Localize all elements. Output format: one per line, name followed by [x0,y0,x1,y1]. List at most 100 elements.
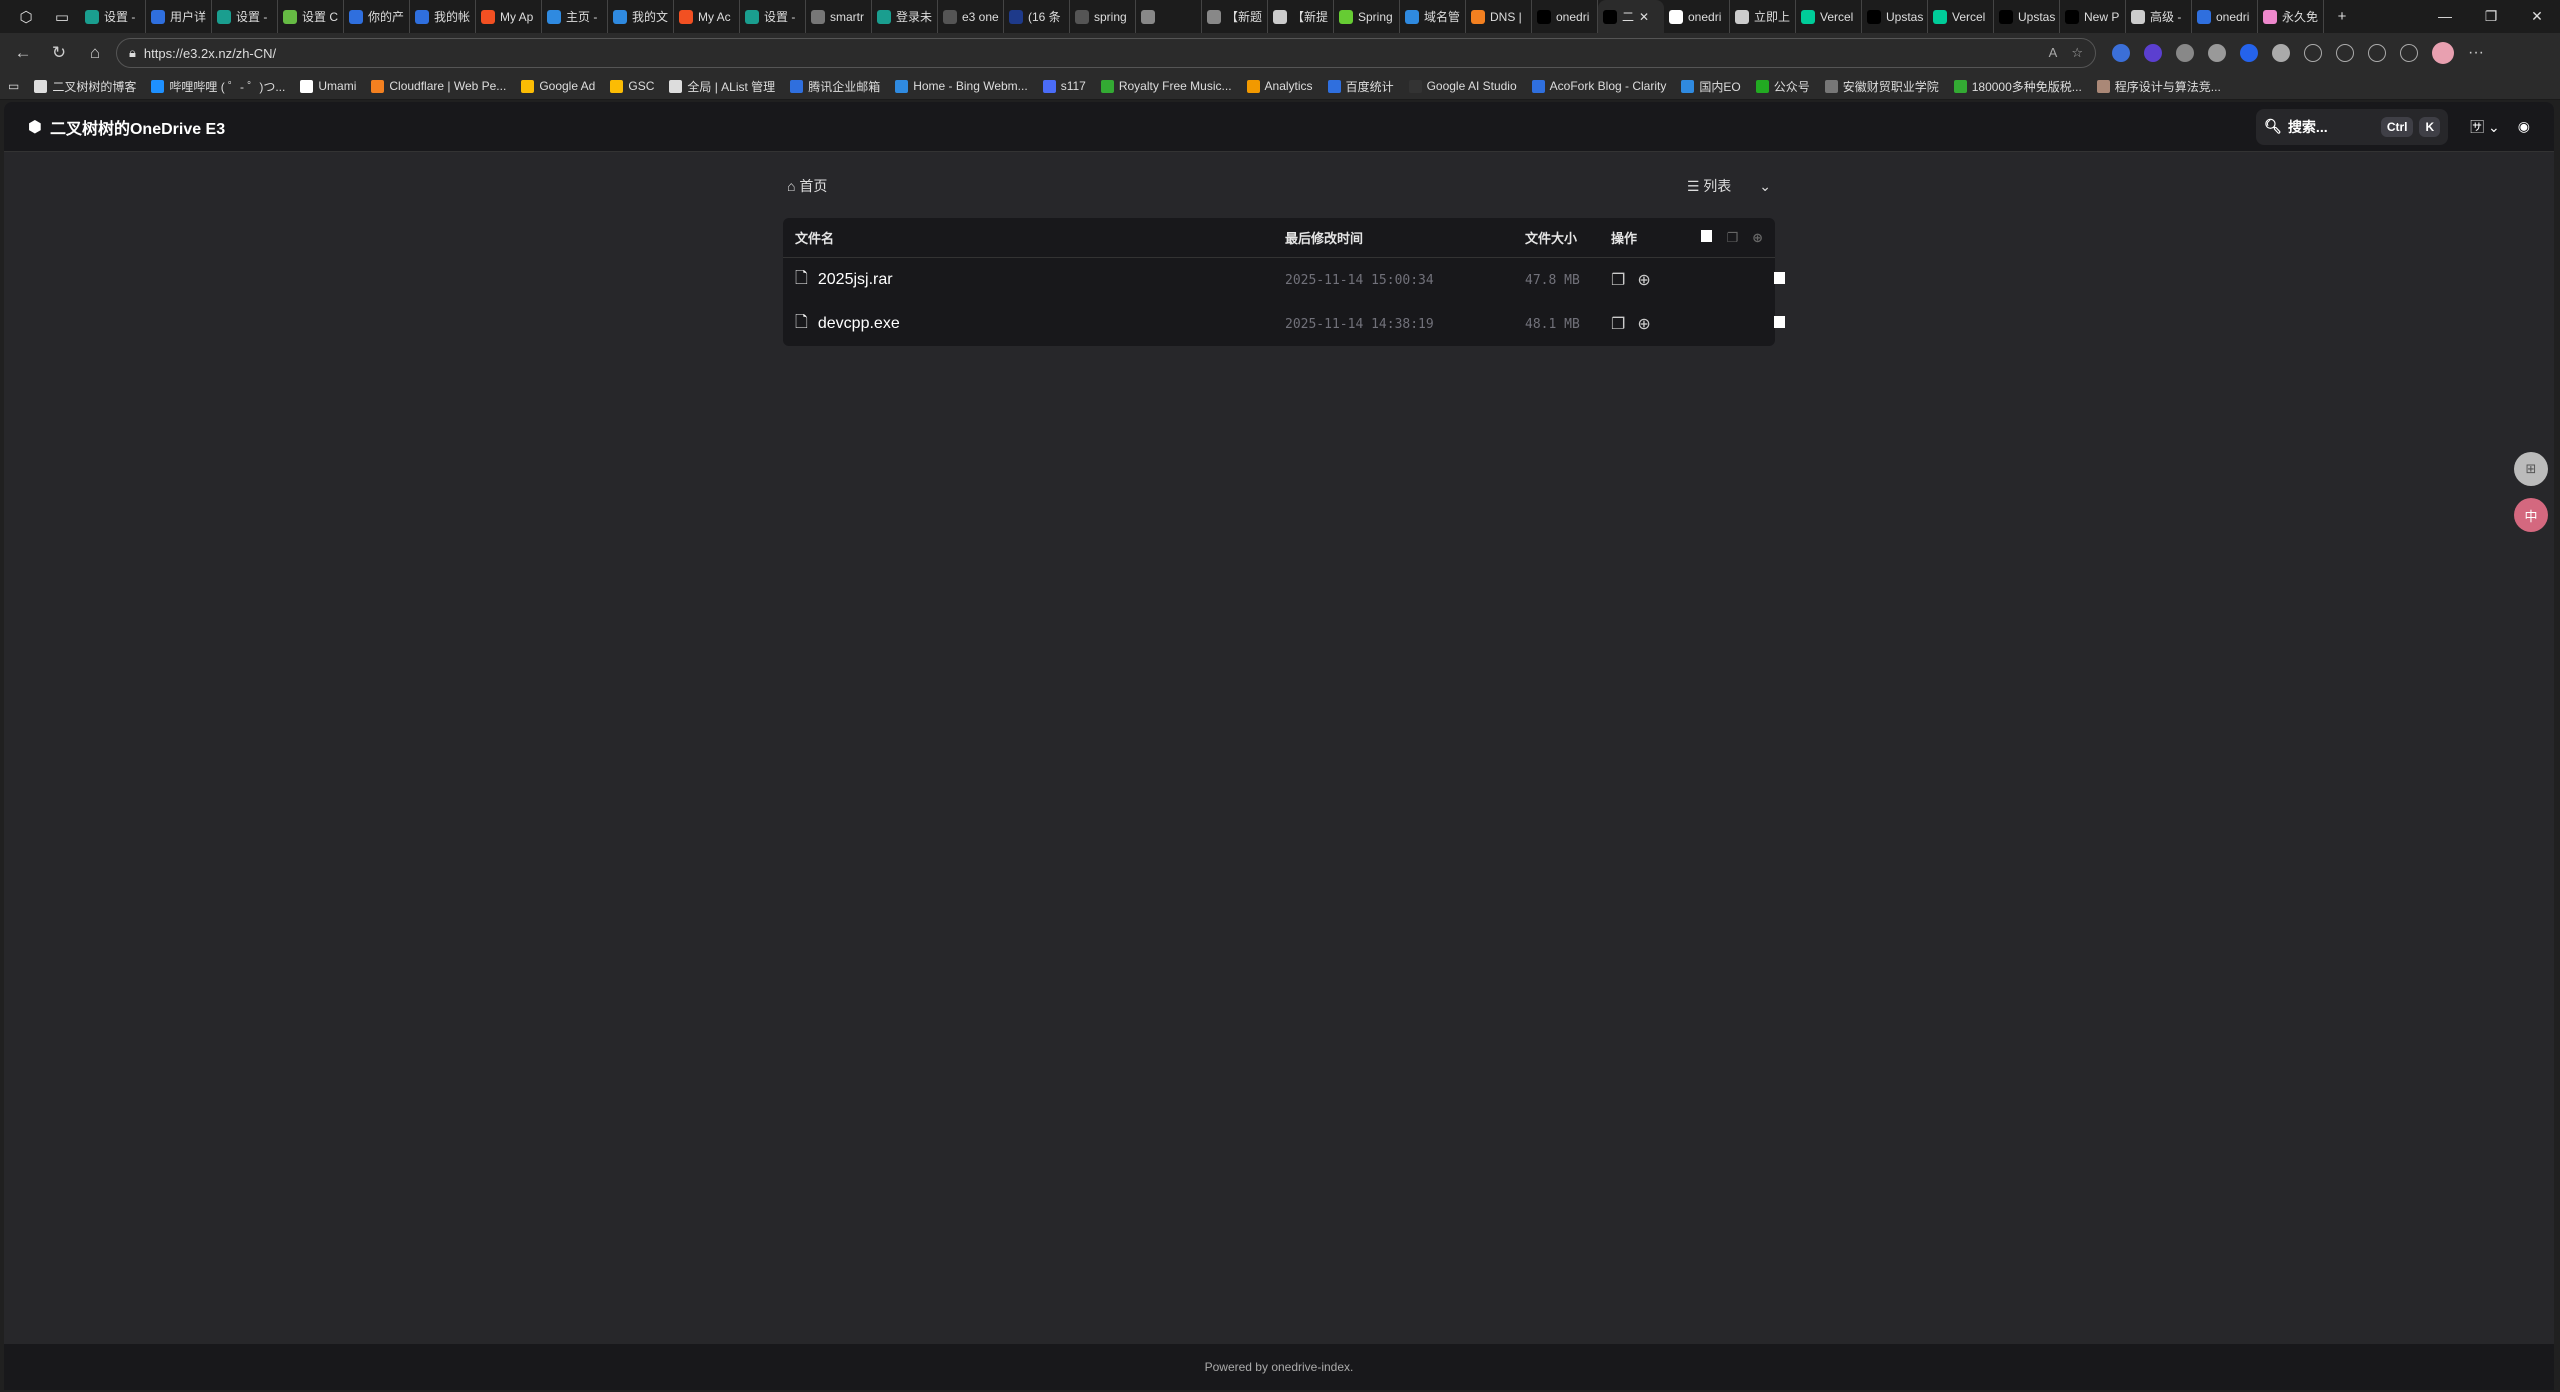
profile-avatar[interactable] [2432,42,2454,64]
browser-tab[interactable]: 我的帐 [410,0,476,33]
extensions-puzzle-icon[interactable] [2304,44,2322,62]
search-button[interactable]: 🔍︎ 搜索... Ctrl K [2256,109,2448,145]
new-tab-button[interactable]: + [2328,3,2356,31]
close-window-button[interactable]: ✕ [2514,8,2560,25]
bookmark-item[interactable]: Umami [300,78,356,95]
bookmark-item[interactable]: s117 [1043,78,1086,95]
browser-tab[interactable]: 设置 - [740,0,806,33]
bookmark-item[interactable]: 哔哩哔哩 ( ゜- ゜)つ... [151,78,285,95]
browser-tab[interactable]: My Ac [674,0,740,33]
browser-tab[interactable]: 设置 C [278,0,344,33]
browser-tab[interactable]: onedri [1532,0,1598,33]
browser-tab[interactable]: 二✕ [1598,0,1664,33]
favorite-star-icon[interactable]: ☆ [2071,45,2083,61]
browser-tab[interactable]: 设置 - [80,0,146,33]
browser-tab[interactable]: 立即上 [1730,0,1796,33]
file-name[interactable]: 2025jsj.rar [818,271,893,289]
browser-tab[interactable]: My Ap [476,0,542,33]
bookmark-item[interactable]: Cloudflare | Web Pe... [371,78,506,95]
bookmark-item[interactable]: 程序设计与算法竞... [2097,78,2221,95]
bookmark-item[interactable]: Analytics [1247,78,1313,95]
translate-float-button[interactable]: 中 [2514,498,2548,532]
browser-tab[interactable]: onedri [1664,0,1730,33]
browser-tab[interactable]: smartr [806,0,872,33]
browser-tab[interactable] [1136,0,1202,33]
breadcrumb-home[interactable]: 首页 [799,178,827,194]
bookmarks-menu-icon[interactable]: ▭ [8,79,19,93]
bookmark-item[interactable]: 180000多种免版税... [1954,78,2082,95]
more-menu-icon[interactable]: ··· [2468,44,2484,62]
browser-tab[interactable]: (16 条 [1004,0,1070,33]
browser-tab[interactable]: 高级 - [2126,0,2192,33]
tab-actions-icon[interactable]: ▭ [48,3,76,31]
github-icon[interactable]: ◉ [2518,118,2530,135]
download-icon[interactable]: ⊕ [1637,314,1650,334]
browser-tab[interactable]: Spring [1334,0,1400,33]
browser-tab[interactable]: 设置 - [212,0,278,33]
language-switch-icon[interactable]: 🈂︎ ⌄ [2470,117,2500,137]
breadcrumb[interactable]: ⌂ 首页 [787,176,827,196]
restore-button[interactable]: ❐ [2468,8,2514,25]
extension-bitwarden-icon[interactable] [2112,44,2130,62]
browser-tab[interactable]: 我的文 [608,0,674,33]
browser-tab[interactable]: Upstas [1862,0,1928,33]
site-brand[interactable]: ⬢ 二叉树树的OneDrive E3 [28,115,225,139]
favorites-icon[interactable] [2336,44,2354,62]
view-switch[interactable]: ☰ 列表⌄ [1687,176,1771,196]
download-selected-icon[interactable]: ⊕ [1752,230,1763,246]
read-aloud-icon[interactable]: A [2049,45,2058,61]
minimize-button[interactable]: — [2422,8,2468,25]
browser-tab[interactable]: 你的产 [344,0,410,33]
file-name[interactable]: devcpp.exe [818,315,900,333]
browser-tab[interactable]: Upstas [1994,0,2060,33]
browser-tab[interactable]: Vercel [1796,0,1862,33]
app-grid-float-button[interactable]: ⊞ [2514,452,2548,486]
bookmark-item[interactable]: GSC [610,78,654,95]
extension-icon[interactable] [2176,44,2194,62]
browser-tab[interactable]: 用户详 [146,0,212,33]
bookmark-item[interactable]: 腾讯企业邮箱 [790,78,880,95]
copy-link-icon[interactable]: ❐ [1611,314,1625,334]
reload-button[interactable]: ↻ [44,43,74,63]
browser-tab[interactable]: Vercel [1928,0,1994,33]
table-row[interactable]: 🗋︎2025jsj.rar 2025-11-14 15:00:34 47.8 M… [783,258,1775,302]
browser-tab[interactable]: 【新提 [1268,0,1334,33]
browser-tab[interactable]: 登录未 [872,0,938,33]
browser-tab[interactable]: spring [1070,0,1136,33]
tab-close-icon[interactable]: ✕ [1639,10,1649,24]
bookmark-item[interactable]: 安徽财贸职业学院 [1825,78,1939,95]
bookmark-item[interactable]: Google Ad [521,78,595,95]
browser-tab[interactable]: e3 one [938,0,1004,33]
address-bar[interactable]: 🔒︎ https://e3.2x.nz/zh-CN/ A☆ [116,38,2096,68]
browser-tab[interactable]: 主页 - [542,0,608,33]
bookmark-item[interactable]: 百度统计 [1328,78,1394,95]
bookmark-item[interactable]: 国内EO [1681,78,1740,95]
download-icon[interactable]: ⊕ [1637,270,1650,290]
browser-tab[interactable]: New P [2060,0,2126,33]
bookmark-item[interactable]: 公众号 [1756,78,1810,95]
bookmark-item[interactable]: Royalty Free Music... [1101,78,1232,95]
bookmark-item[interactable]: 全局 | AList 管理 [669,78,775,95]
extension-icon[interactable] [2144,44,2162,62]
bookmark-item[interactable]: Google AI Studio [1409,78,1517,95]
url-text[interactable]: https://e3.2x.nz/zh-CN/ [144,46,276,61]
copy-link-icon[interactable]: ❐ [1611,270,1625,290]
row-checkbox[interactable] [1774,316,1785,328]
bookmark-item[interactable]: Home - Bing Webm... [895,78,1027,95]
browser-tab[interactable]: DNS | [1466,0,1532,33]
workspaces-icon[interactable]: ⬡ [12,3,40,31]
browser-tab[interactable]: onedri [2192,0,2258,33]
select-all-checkbox[interactable] [1701,230,1712,242]
downloads-icon[interactable] [2400,44,2418,62]
browser-tab[interactable]: 永久免 [2258,0,2324,33]
home-button[interactable]: ⌂ [80,43,110,63]
browser-tab[interactable]: 【新题 [1202,0,1268,33]
bookmark-item[interactable]: 二叉树树的博客 [34,78,136,95]
table-row[interactable]: 🗋︎devcpp.exe 2025-11-14 14:38:19 48.1 MB… [783,302,1775,346]
copy-selected-icon[interactable]: ❐ [1726,230,1738,246]
extension-icon[interactable] [2208,44,2226,62]
extension-icon[interactable] [2240,44,2258,62]
browser-tab[interactable]: 域名管 [1400,0,1466,33]
bookmark-item[interactable]: AcoFork Blog - Clarity [1532,78,1667,95]
history-icon[interactable] [2368,44,2386,62]
